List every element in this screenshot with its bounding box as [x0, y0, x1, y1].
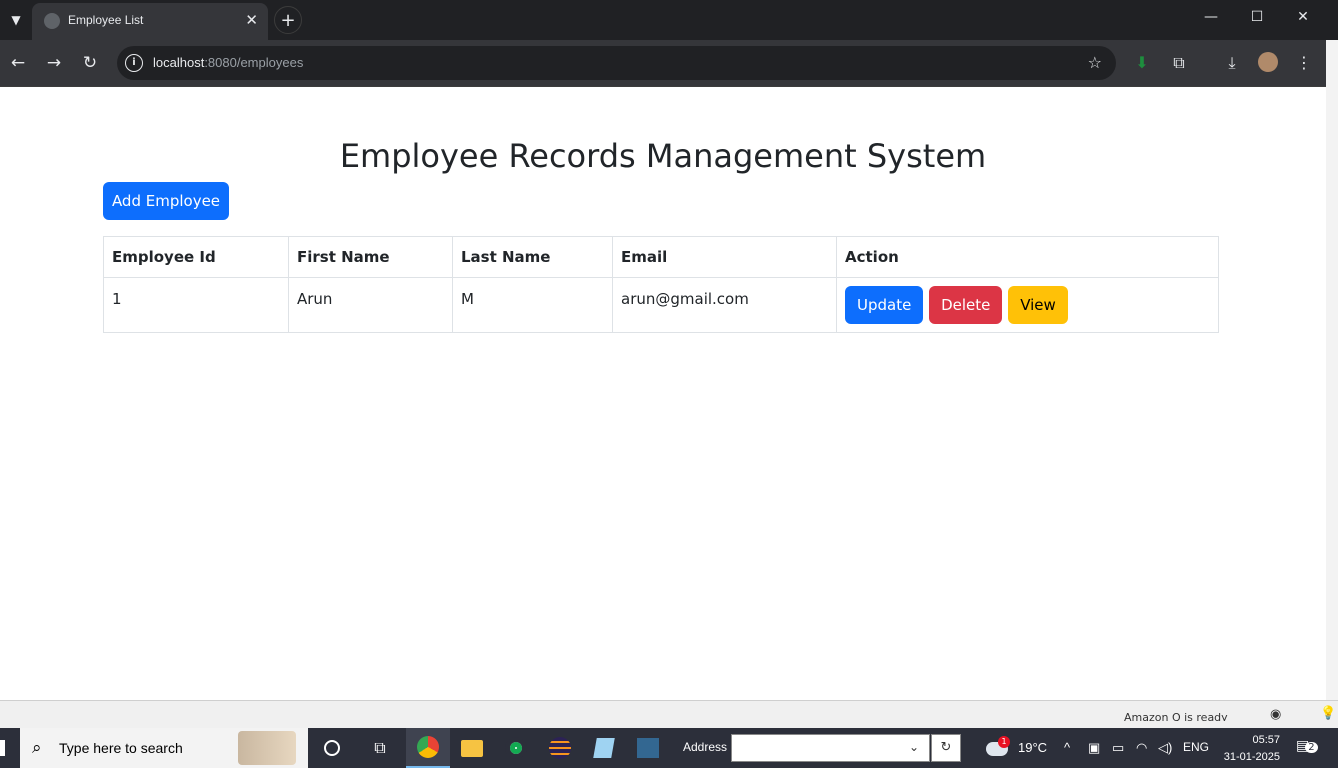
- header-first-name: First Name: [288, 236, 453, 278]
- search-icon: ⌕: [32, 738, 42, 758]
- header-employee-id: Employee Id: [103, 236, 289, 278]
- cell-last-name: M: [452, 277, 613, 333]
- status-text: Amazon Q is ready: [1124, 711, 1228, 721]
- lightbulb-icon[interactable]: 💡: [1320, 706, 1336, 721]
- extensions-puzzle-icon[interactable]: ⧉: [1168, 52, 1190, 74]
- side-panel-strip: [1326, 40, 1338, 700]
- employee-table: Employee Id First Name Last Name Email A…: [103, 236, 1219, 333]
- windows-taskbar: ⌕ Type here to search ⧉ Address ⌄ ↻ 1 19…: [0, 728, 1338, 768]
- clock[interactable]: 05:57 31-01-2025: [1220, 732, 1280, 766]
- globe-icon: [44, 13, 60, 29]
- table-header-row: Employee Id First Name Last Name Email A…: [103, 236, 1219, 278]
- notepad-icon[interactable]: [582, 728, 626, 768]
- notifications-icon[interactable]: ▤2: [1296, 738, 1318, 754]
- taskbar-search-box[interactable]: ⌕ Type here to search: [20, 728, 308, 768]
- ide-status-bar: Amazon Q is ready ◉ 💡: [0, 700, 1338, 728]
- notification-count: 2: [1305, 742, 1318, 753]
- menu-kebab-icon[interactable]: ⋮: [1293, 52, 1315, 74]
- browser-toolbar: ← → ↻ i localhost:8080/employees ☆ ⬇ ⧉ ⤓…: [0, 40, 1338, 86]
- cell-first-name: Arun: [288, 277, 453, 333]
- meet-now-icon[interactable]: ▣: [1088, 740, 1100, 756]
- profile-avatar[interactable]: [1257, 52, 1279, 74]
- start-icon[interactable]: [0, 740, 5, 756]
- minimize-icon[interactable]: —: [1199, 9, 1223, 25]
- table-row: 1 Arun M arun@gmail.com Update Delete Vi…: [103, 277, 1219, 333]
- extension-download-icon[interactable]: ⬇: [1131, 52, 1153, 74]
- weather-icon[interactable]: 1: [986, 736, 1010, 758]
- tab-strip: ▼ Employee List ✕ + — ☐ ✕: [0, 0, 1338, 40]
- cortana-icon[interactable]: [310, 728, 354, 768]
- tab-title: Employee List: [68, 13, 144, 27]
- search-highlight-image: [238, 731, 296, 765]
- tab-search-chevron-icon[interactable]: ▼: [4, 8, 28, 32]
- bookmark-star-icon[interactable]: ☆: [1088, 53, 1102, 72]
- reload-icon[interactable]: ↻: [78, 51, 102, 75]
- address-go-icon[interactable]: ↻: [931, 734, 961, 762]
- clock-date: 31-01-2025: [1223, 751, 1280, 763]
- address-toolbar-input[interactable]: [731, 734, 930, 762]
- update-button[interactable]: Update: [845, 286, 924, 324]
- url-text[interactable]: localhost:8080/employees: [153, 55, 303, 70]
- header-action: Action: [836, 236, 1219, 278]
- close-window-icon[interactable]: ✕: [1291, 9, 1315, 25]
- add-employee-button[interactable]: Add Employee: [103, 182, 229, 220]
- mysql-workbench-icon[interactable]: [626, 728, 670, 768]
- page-content: Employee Records Management System Add E…: [0, 86, 1326, 700]
- network-icon[interactable]: ◠: [1136, 740, 1147, 756]
- address-bar[interactable]: i localhost:8080/employees ☆: [117, 46, 1116, 80]
- view-button[interactable]: View: [1008, 286, 1068, 324]
- cell-email: arun@gmail.com: [612, 277, 837, 333]
- search-placeholder: Type here to search: [59, 740, 183, 756]
- mongodb-icon[interactable]: [494, 728, 538, 768]
- tab-employee-list[interactable]: Employee List ✕: [32, 3, 268, 40]
- address-toolbar-label: Address: [683, 740, 728, 754]
- forward-icon[interactable]: →: [42, 51, 66, 75]
- task-view-icon[interactable]: ⧉: [358, 728, 402, 768]
- cell-employee-id: 1: [103, 277, 289, 333]
- header-last-name: Last Name: [452, 236, 613, 278]
- close-tab-icon[interactable]: ✕: [245, 11, 258, 29]
- header-email: Email: [612, 236, 837, 278]
- back-icon[interactable]: ←: [6, 51, 30, 75]
- temperature: 19°C: [1018, 740, 1048, 755]
- site-info-icon[interactable]: i: [125, 54, 143, 72]
- cell-actions: Update Delete View: [836, 277, 1219, 333]
- battery-icon[interactable]: ▭: [1112, 740, 1124, 756]
- page-title: Employee Records Management System: [339, 137, 987, 175]
- clock-time: 05:57: [1252, 734, 1280, 746]
- copilot-icon[interactable]: ◉: [1270, 707, 1281, 722]
- new-tab-button[interactable]: +: [274, 6, 302, 34]
- volume-icon[interactable]: ◁): [1158, 740, 1172, 756]
- address-dropdown-icon[interactable]: ⌄: [909, 740, 919, 754]
- maximize-icon[interactable]: ☐: [1245, 9, 1269, 25]
- weather-badge: 1: [998, 736, 1010, 748]
- downloads-icon[interactable]: ⤓: [1221, 52, 1243, 74]
- language-indicator[interactable]: ENG: [1183, 740, 1209, 754]
- chevron-up-icon[interactable]: ^: [1064, 740, 1070, 755]
- delete-button[interactable]: Delete: [929, 286, 1003, 324]
- file-explorer-icon[interactable]: [450, 728, 494, 768]
- chrome-icon[interactable]: [406, 728, 450, 768]
- eclipse-icon[interactable]: [538, 728, 582, 768]
